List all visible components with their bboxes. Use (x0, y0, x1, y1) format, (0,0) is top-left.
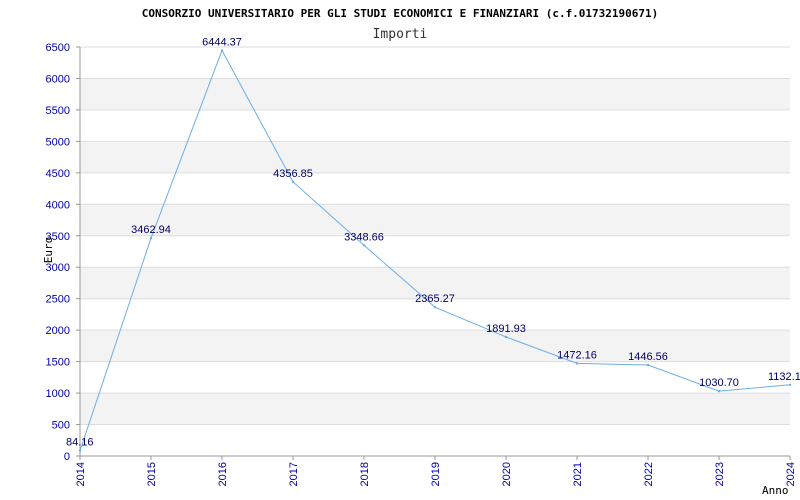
data-label: 1472.16 (557, 349, 597, 361)
data-point (78, 449, 82, 452)
y-tick-label: 4500 (46, 168, 70, 180)
data-label: 6444.37 (202, 37, 242, 49)
y-tick-label: 1000 (46, 388, 70, 400)
data-point (788, 383, 792, 386)
y-axis-title: Euro (42, 237, 55, 264)
plot-bands (80, 78, 790, 425)
data-point (149, 236, 153, 240)
y-tick-label: 6000 (46, 73, 70, 85)
data-point (575, 362, 579, 365)
data-label: 84.16 (66, 437, 94, 449)
y-tick-label: 0 (64, 451, 70, 463)
data-point (504, 335, 508, 339)
plot-band (80, 393, 790, 425)
y-tick-label: 2000 (46, 325, 70, 337)
y-tick-label: 500 (52, 420, 70, 432)
x-tick-label: 2016 (217, 462, 229, 486)
y-tick-label: 5500 (46, 105, 70, 117)
x-tick-label: 2021 (572, 462, 584, 486)
data-point (717, 389, 721, 393)
y-tick-label: 2500 (46, 294, 70, 306)
data-point (220, 49, 224, 52)
data-label: 2365.27 (415, 293, 455, 305)
data-point (291, 180, 295, 184)
plot-band (80, 141, 790, 173)
x-tick-label: 2018 (359, 462, 371, 486)
x-tick-label: 2020 (501, 462, 513, 486)
x-tick-label: 2015 (146, 462, 158, 486)
x-tick-label: 2023 (714, 462, 726, 486)
data-point (362, 244, 366, 247)
data-point (646, 363, 650, 367)
x-tick-label: 2014 (75, 462, 87, 486)
data-label: 1446.56 (628, 351, 668, 363)
data-label: 4356.85 (273, 168, 313, 180)
data-label: 3462.94 (131, 224, 171, 236)
x-tick-label: 2022 (643, 462, 655, 486)
x-axis-title: Anno (762, 484, 789, 497)
data-label: 3348.66 (344, 231, 384, 243)
plot-band (80, 78, 790, 110)
line-chart: CONSORZIO UNIVERSITARIO PER GLI STUDI EC… (42, 7, 800, 497)
y-tick-label: 5000 (46, 136, 70, 148)
x-tick-label: 2017 (288, 462, 300, 486)
chart-subtitle: Importi (373, 27, 428, 42)
data-point (433, 305, 437, 309)
data-label: 1891.93 (486, 323, 526, 335)
data-label: 1132.1 (768, 371, 800, 383)
plot-band (80, 204, 790, 236)
plot-band (80, 330, 790, 362)
x-tick-label: 2024 (785, 462, 797, 486)
x-axis-ticks: 2014 2015 2016 2017 2018 2019 2020 2021 2022 2023… (75, 456, 797, 486)
data-label: 1030.70 (699, 377, 739, 389)
chart-title: CONSORZIO UNIVERSITARIO PER GLI STUDI EC… (142, 7, 659, 20)
y-tick-label: 6500 (46, 42, 70, 54)
y-tick-label: 4000 (46, 199, 70, 211)
x-tick-label: 2019 (430, 462, 442, 486)
y-tick-label: 1500 (46, 357, 70, 369)
series-line (79, 49, 791, 451)
